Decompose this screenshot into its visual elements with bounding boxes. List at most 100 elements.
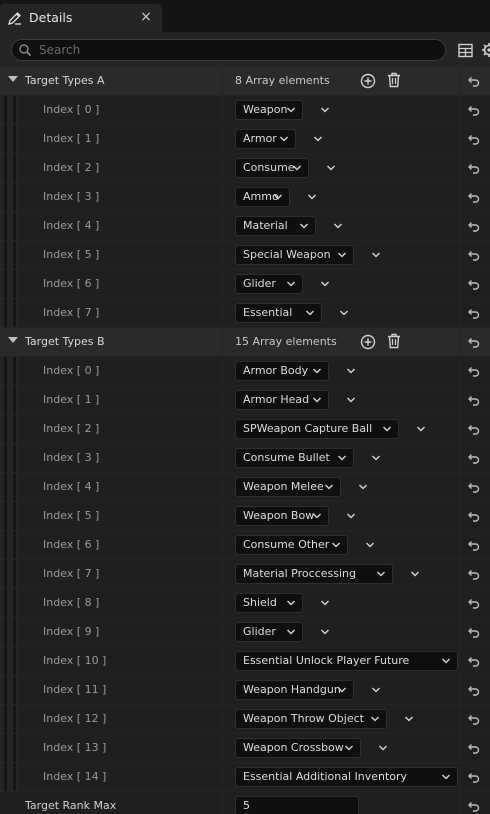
table-icon[interactable]: [458, 43, 473, 58]
enum-dropdown[interactable]: Essential Additional Inventory: [235, 767, 458, 787]
search-box[interactable]: [11, 39, 446, 61]
enum-dropdown[interactable]: Glider: [235, 274, 303, 294]
element-index: Index [ 7 ]: [43, 306, 100, 319]
reset-button[interactable]: [460, 531, 490, 559]
enum-dropdown[interactable]: Glider: [235, 622, 303, 642]
chevron-down-icon: [324, 484, 334, 490]
reset-button[interactable]: [460, 270, 490, 298]
enum-dropdown[interactable]: Armor: [235, 129, 296, 149]
element-options-button[interactable]: [320, 279, 330, 289]
element-options-button[interactable]: [333, 221, 343, 231]
element-options-button[interactable]: [365, 540, 375, 550]
rank-max-input[interactable]: 5: [235, 796, 359, 814]
reset-button[interactable]: [460, 618, 490, 646]
element-options-button[interactable]: [320, 105, 330, 115]
array-element-row: Index [ 3 ] Consume Bullet: [0, 444, 490, 472]
element-options-button[interactable]: [416, 424, 426, 434]
reset-button[interactable]: [460, 386, 490, 414]
reset-button[interactable]: [460, 212, 490, 240]
enum-dropdown[interactable]: Weapon Melee: [235, 477, 341, 497]
enum-dropdown[interactable]: Weapon Crossbow: [235, 738, 361, 758]
enum-dropdown[interactable]: Consume Other: [235, 535, 348, 555]
enum-dropdown[interactable]: Weapon Bow: [235, 506, 329, 526]
element-options-button[interactable]: [339, 308, 349, 318]
element-options-button[interactable]: [371, 453, 381, 463]
reset-button[interactable]: [460, 763, 490, 791]
enum-dropdown[interactable]: Consume Bullet: [235, 448, 354, 468]
reset-button[interactable]: [460, 96, 490, 124]
enum-dropdown[interactable]: Weapon Throw Object: [235, 709, 387, 729]
indent-guide: [4, 386, 7, 414]
search-input[interactable]: [39, 41, 439, 59]
enum-dropdown[interactable]: Material Proccessing: [235, 564, 393, 584]
collapse-arrow-icon[interactable]: [8, 337, 18, 343]
enum-dropdown[interactable]: Consume: [235, 158, 309, 178]
tab-details[interactable]: Details ×: [0, 4, 162, 32]
reset-button[interactable]: [460, 415, 490, 443]
array-element-row: Index [ 5 ] Weapon Bow: [0, 502, 490, 530]
enum-dropdown[interactable]: SPWeapon Capture Ball: [235, 419, 399, 439]
enum-dropdown[interactable]: Special Weapon: [235, 245, 354, 265]
reset-button[interactable]: [460, 67, 490, 95]
reset-button[interactable]: [460, 705, 490, 733]
reset-button[interactable]: [460, 183, 490, 211]
close-icon[interactable]: ×: [138, 7, 154, 27]
reset-button[interactable]: [460, 357, 490, 385]
trash-icon[interactable]: [387, 72, 401, 88]
element-options-button[interactable]: [358, 482, 368, 492]
reset-button[interactable]: [460, 676, 490, 704]
reset-arrow-icon: [468, 657, 480, 667]
element-options-button[interactable]: [320, 598, 330, 608]
element-options-button[interactable]: [378, 743, 388, 753]
enum-dropdown[interactable]: Weapon Handgun: [235, 680, 354, 700]
dropdown-value: Material Proccessing: [243, 567, 356, 580]
reset-button[interactable]: [460, 154, 490, 182]
element-options-button[interactable]: [307, 192, 317, 202]
array-name-cell[interactable]: Target Types A: [0, 67, 222, 95]
reset-button[interactable]: [460, 444, 490, 472]
element-options-button[interactable]: [346, 511, 356, 521]
reset-button[interactable]: [460, 241, 490, 269]
element-options-button[interactable]: [313, 134, 323, 144]
enum-dropdown[interactable]: Ammo: [235, 187, 290, 207]
element-options-button[interactable]: [371, 685, 381, 695]
enum-dropdown[interactable]: Essential Unlock Player Future: [235, 651, 458, 671]
reset-button[interactable]: [460, 473, 490, 501]
plus-circle-icon[interactable]: [360, 334, 376, 350]
reset-button[interactable]: [460, 125, 490, 153]
enum-dropdown[interactable]: Armor Head: [235, 390, 329, 410]
chevron-down-icon: [305, 310, 315, 316]
array-name-cell[interactable]: Target Types B: [0, 328, 222, 356]
element-options-button[interactable]: [404, 714, 414, 724]
trash-icon[interactable]: [387, 333, 401, 349]
element-options-button[interactable]: [346, 395, 356, 405]
indent-guide: [4, 154, 7, 182]
reset-arrow-icon: [468, 570, 480, 580]
enum-dropdown[interactable]: Material: [235, 216, 316, 236]
pencil-icon: [8, 12, 21, 25]
enum-dropdown[interactable]: Essential: [235, 303, 322, 323]
reset-button[interactable]: [460, 328, 490, 356]
element-options-button[interactable]: [346, 366, 356, 376]
element-name-cell: Index [ 5 ]: [19, 502, 222, 530]
array-element-row: Index [ 1 ] Armor Head: [0, 386, 490, 414]
element-options-button[interactable]: [326, 163, 336, 173]
reset-button[interactable]: [460, 734, 490, 762]
enum-dropdown[interactable]: Weapon: [235, 100, 303, 120]
reset-button[interactable]: [460, 589, 490, 617]
element-options-button[interactable]: [410, 569, 420, 579]
reset-button[interactable]: [460, 647, 490, 675]
enum-dropdown[interactable]: Armor Body: [235, 361, 329, 381]
reset-button[interactable]: [460, 299, 490, 327]
plus-circle-icon[interactable]: [360, 73, 376, 89]
reset-button[interactable]: [460, 560, 490, 588]
element-options-button[interactable]: [320, 627, 330, 637]
reset-button[interactable]: [460, 502, 490, 530]
element-value-cell: SPWeapon Capture Ball: [223, 415, 459, 443]
gear-icon[interactable]: [481, 42, 490, 58]
element-index: Index [ 3 ]: [43, 190, 100, 203]
collapse-arrow-icon[interactable]: [8, 76, 18, 82]
enum-dropdown[interactable]: Shield: [235, 593, 303, 613]
reset-button[interactable]: [460, 792, 490, 814]
element-options-button[interactable]: [371, 250, 381, 260]
